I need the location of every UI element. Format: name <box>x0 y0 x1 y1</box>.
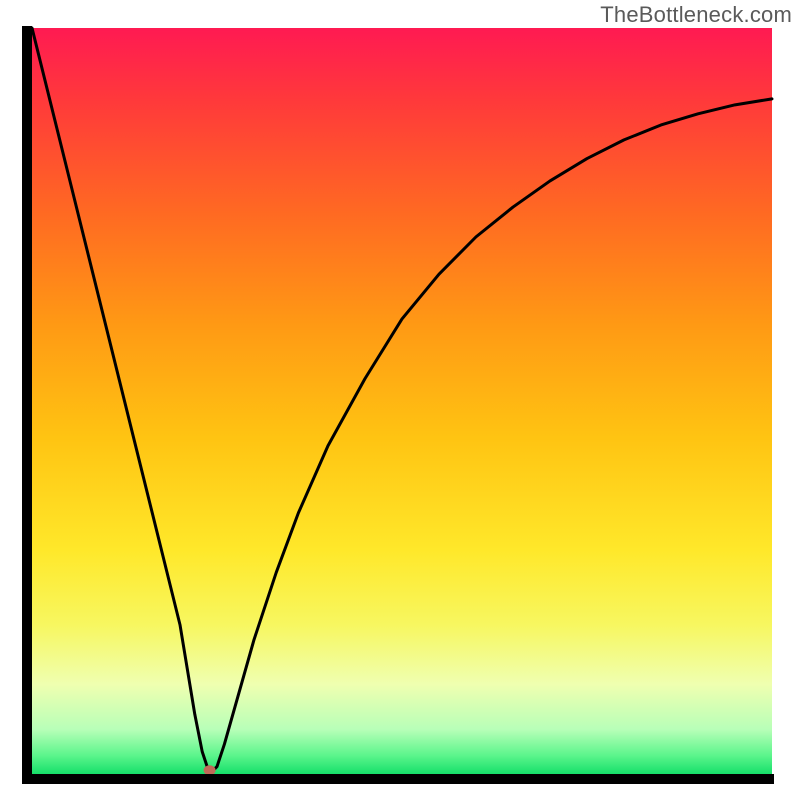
watermark-text: TheBottleneck.com <box>600 2 792 28</box>
min-marker <box>204 765 216 775</box>
chart-svg <box>0 0 800 800</box>
chart-container: TheBottleneck.com <box>0 0 800 800</box>
plot-background <box>32 28 772 774</box>
